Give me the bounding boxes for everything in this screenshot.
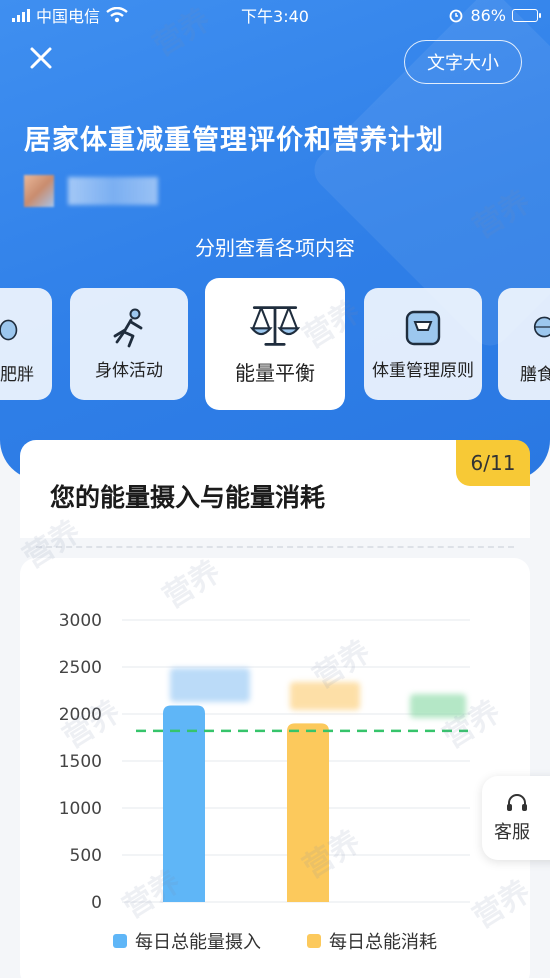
font-size-button[interactable]: 文字大小 [404, 40, 522, 84]
status-bar: 中国电信 下午3:40 86% [0, 0, 550, 30]
bar-intake [163, 705, 205, 902]
status-time: 下午3:40 [241, 7, 309, 26]
card-header: 您的能量摄入与能量消耗 6/11 [20, 440, 530, 538]
card-title: 您的能量摄入与能量消耗 [50, 483, 326, 512]
signal-icon [12, 8, 30, 22]
legend-item-intake: 每日总能量摄入 [113, 928, 261, 954]
chart-card: 0 500 1000 1500 2000 2500 3000 每日总能量摄入 每日总能消耗 [20, 558, 530, 978]
user-info [24, 175, 158, 207]
running-icon [113, 308, 143, 347]
y-tick-label: 1500 [59, 752, 102, 772]
legend-item-expenditure: 每日总能消耗 [307, 928, 437, 954]
alarm-icon [450, 9, 463, 23]
section-label: 分别查看各项内容 [195, 236, 355, 260]
user-name-blurred [68, 177, 158, 205]
category-carousel[interactable]: 肥胖 身体活动 能量平衡 体重管理原则 膳食 [0, 278, 550, 414]
carrier-name: 中国电信 [36, 7, 101, 26]
battery-percent: 86% [470, 5, 506, 25]
headset-icon [507, 794, 527, 811]
y-tick-label: 1000 [59, 799, 102, 819]
y-tick-label: 2500 [59, 658, 102, 678]
scale-balance-icon [249, 305, 301, 346]
y-tick-label: 2000 [59, 705, 102, 725]
y-tick-label: 0 [91, 893, 102, 913]
page-title: 居家体重减重管理评价和营养计划 [24, 125, 444, 156]
legend-label: 每日总能消耗 [329, 932, 437, 953]
bar-expenditure [287, 723, 329, 902]
category-label: 膳食 [520, 365, 550, 385]
category-label: 身体活动 [95, 360, 163, 381]
header-banner: 中国电信 下午3:40 86% 文字大小 居家体重减重管理评价和营养计划 分别查… [0, 0, 550, 480]
legend-swatch [307, 934, 321, 948]
content-area: 您的能量摄入与能量消耗 6/11 0 500 1000 1500 2000 2500 300… [20, 440, 530, 978]
category-card-weight-principles[interactable]: 体重管理原则 [364, 288, 482, 400]
energy-bar-chart: 0 500 1000 1500 2000 2500 3000 [59, 611, 470, 913]
chart-legend: 每日总能量摄入 每日总能消耗 [20, 928, 530, 954]
close-button[interactable] [26, 44, 56, 74]
category-card-obesity[interactable]: 肥胖 [0, 288, 52, 400]
category-label: 能量平衡 [235, 360, 315, 385]
avatar [24, 175, 54, 207]
intake-value-label-blurred [170, 668, 250, 702]
category-card-diet[interactable]: 膳食 [498, 288, 550, 400]
category-label: 肥胖 [0, 365, 34, 385]
close-icon [30, 47, 52, 69]
expenditure-value-label-blurred [290, 682, 360, 710]
divider [36, 546, 514, 548]
customer-service-button[interactable]: 客服 [482, 776, 550, 860]
food-bowl-icon [533, 316, 550, 338]
battery-icon [512, 8, 541, 22]
legend-swatch [113, 934, 127, 948]
wifi-icon [106, 7, 128, 23]
customer-service-label: 客服 [494, 822, 530, 843]
weighing-scale-icon [405, 310, 441, 345]
body-icon [0, 319, 18, 341]
reference-value-label-blurred [410, 694, 466, 718]
legend-label: 每日总能量摄入 [135, 932, 261, 953]
category-label: 体重管理原则 [372, 360, 474, 381]
page-indicator: 6/11 [456, 440, 530, 486]
y-tick-label: 3000 [59, 611, 102, 631]
y-tick-label: 500 [70, 846, 102, 866]
category-card-energy-balance[interactable]: 能量平衡 [205, 278, 345, 410]
category-card-activity[interactable]: 身体活动 [70, 288, 188, 400]
